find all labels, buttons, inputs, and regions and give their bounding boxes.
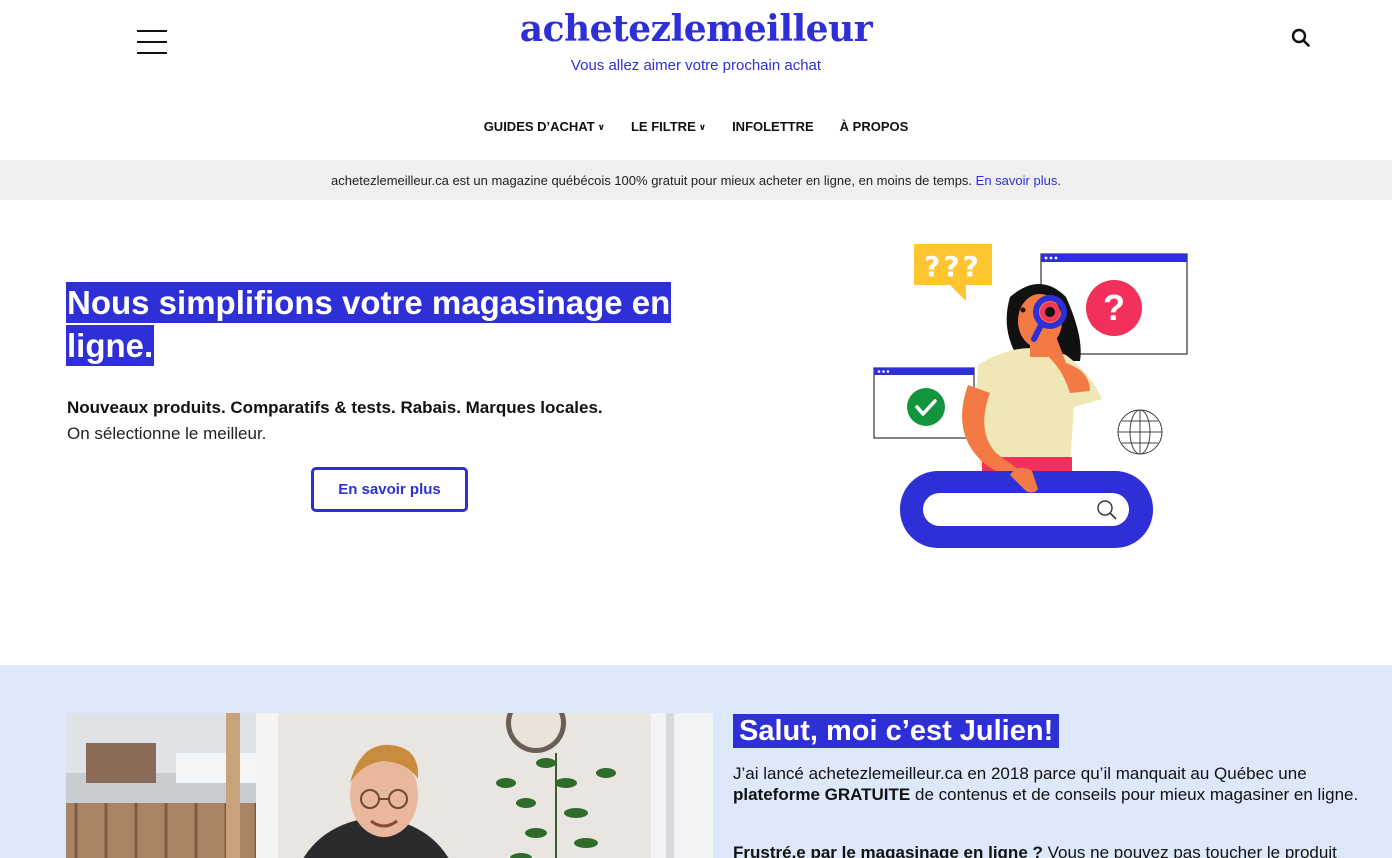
svg-text:???: ??? (924, 250, 982, 283)
search-icon (1291, 28, 1310, 47)
nav-item-guides[interactable]: GUIDES D’ACHAT ∨ (484, 119, 605, 134)
banner-learn-more-link[interactable]: En savoir plus (976, 173, 1058, 188)
nav-item-a-propos[interactable]: À PROPOS (840, 119, 909, 134)
check-icon (907, 388, 945, 426)
globe-icon (1117, 409, 1163, 455)
logo-link[interactable]: achetezlemeilleur (520, 8, 873, 50)
julien-photo (66, 713, 713, 858)
portrait-photo (66, 713, 713, 858)
hero-subtitle: On sélectionne le meilleur. (67, 424, 267, 443)
chevron-down-icon: ∨ (597, 122, 605, 132)
about-heading: Salut, moi c’est Julien! (733, 713, 1060, 749)
info-banner: achetezlemeilleur.ca est un magazine qué… (0, 160, 1392, 200)
site-tagline: Vous allez aimer votre prochain achat (570, 57, 822, 74)
nav-item-infolettre[interactable]: INFOLETTRE (732, 119, 814, 134)
about-paragraph: J’ai lancé achetezlemeilleur.ca en 2018 … (733, 764, 1359, 804)
main-nav: GUIDES D’ACHAT ∨ LE FILTRE ∨ INFOLETTRE À PRO… (0, 119, 1392, 134)
search-button[interactable] (1290, 27, 1312, 49)
shopping-woman-illustration: ? ??? (873, 244, 1188, 548)
about-section: Salut, moi c’est Julien! J’ai lancé ache… (0, 665, 1392, 858)
banner-text: achetezlemeilleur.ca est un magazine qué… (331, 173, 973, 188)
svg-text:?: ? (1103, 287, 1125, 328)
nav-item-filtre[interactable]: LE FILTRE ∨ (631, 119, 706, 134)
chevron-down-icon: ∨ (698, 122, 707, 132)
about-paragraph-2: Frustré.e par le magasinage en ligne ? V… (733, 843, 1337, 858)
hero-illustration: ? ??? (860, 235, 1200, 555)
hero-tagline: Nouveaux produits. Comparatifs & tests. … (67, 398, 603, 417)
logo: achetezlemeilleur (0, 8, 1392, 50)
learn-more-button[interactable]: En savoir plus (311, 467, 468, 512)
hero-title: Nous simplifions votre magasinage en lig… (66, 282, 672, 366)
